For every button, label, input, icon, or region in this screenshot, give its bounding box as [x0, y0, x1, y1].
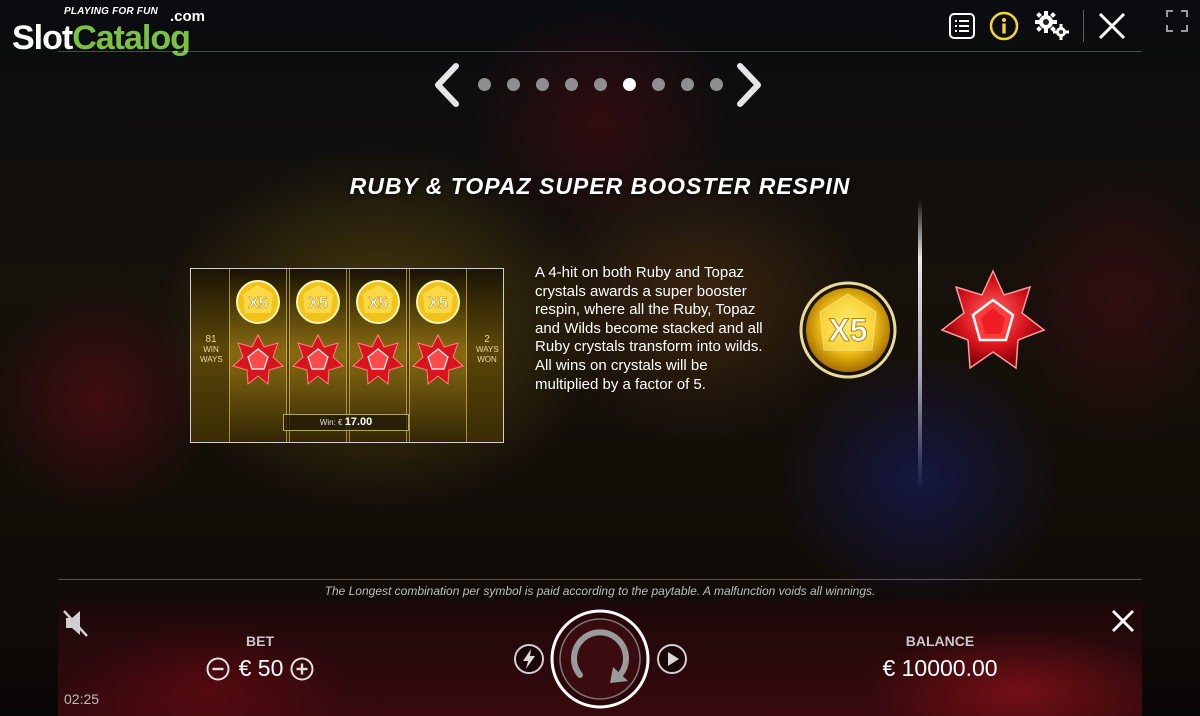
topaz-x5-symbol-icon: X5	[236, 280, 280, 324]
ruby-symbol-icon	[291, 333, 345, 385]
light-beam-divider	[918, 200, 922, 490]
preview-multiplier-text: X5	[428, 295, 448, 312]
page-dot[interactable]	[710, 78, 723, 91]
topaz-multiplier-text: X5	[828, 312, 867, 348]
page-navigator	[430, 60, 770, 110]
page-dot-active[interactable]	[623, 78, 636, 91]
disclaimer-divider	[58, 579, 1142, 580]
plus-circle-icon[interactable]	[290, 657, 314, 681]
preview-ways-won-label: 2 WAYS WON	[476, 334, 499, 365]
spin-icon[interactable]	[550, 609, 650, 709]
previous-page-arrow-icon[interactable]	[430, 60, 464, 110]
minus-circle-icon[interactable]	[206, 657, 230, 681]
preview-multiplier-text: X5	[308, 295, 328, 312]
feature-preview-image: 81 WIN WAYS 2 WAYS WON X5 X5 X5 X5 Win: …	[190, 268, 504, 443]
bet-label: BET	[246, 633, 274, 649]
topaz-x5-symbol-icon: X5	[296, 280, 340, 324]
page-dot[interactable]	[652, 78, 665, 91]
preview-win-ways-text: WIN WAYS	[200, 345, 223, 364]
page-dot[interactable]	[681, 78, 694, 91]
preview-multiplier-text: X5	[368, 295, 388, 312]
menu-list-icon[interactable]	[946, 10, 978, 42]
page-dot[interactable]	[478, 78, 491, 91]
bet-value: € 50	[238, 655, 284, 681]
preview-multiplier-text: X5	[248, 295, 268, 312]
preview-ways-won-number: 2	[484, 334, 490, 345]
top-divider	[58, 51, 1142, 52]
page-dots	[478, 78, 739, 92]
page-dot[interactable]	[536, 78, 549, 91]
balance-label: BALANCE	[905, 633, 975, 649]
ruby-symbol-icon	[231, 333, 285, 385]
preview-win-label: Win: €	[319, 418, 343, 427]
topaz-x5-symbol-icon: X5	[799, 281, 897, 379]
info-icon[interactable]	[988, 10, 1020, 42]
page-dot[interactable]	[565, 78, 578, 91]
page-title: RUBY & TOPAZ SUPER BOOSTER RESPIN	[349, 173, 851, 199]
slotcatalog-logo: PLAYING FOR FUN .com SlotCatalog	[12, 6, 212, 58]
turbo-lightning-icon[interactable]	[513, 643, 545, 675]
sound-off-icon[interactable]	[62, 608, 90, 638]
next-page-arrow-icon[interactable]	[732, 60, 766, 110]
page-dot[interactable]	[507, 78, 520, 91]
autoplay-icon[interactable]	[656, 643, 688, 675]
feature-description: A 4-hit on both Ruby and Topaz crystals …	[535, 264, 763, 393]
toolbar-divider	[1083, 10, 1084, 42]
preview-ways-won-text: WAYS WON	[476, 345, 499, 364]
preview-win-box: Win: € 17.00	[283, 414, 409, 431]
preview-win-amount: 17.00	[344, 416, 373, 428]
page-dot[interactable]	[594, 78, 607, 91]
clock-time: 02:25	[64, 691, 100, 707]
ruby-symbol-icon	[351, 333, 405, 385]
preview-win-ways-number: 81	[205, 334, 217, 345]
preview-win-ways-label: 81 WIN WAYS	[200, 334, 223, 365]
topaz-x5-symbol-icon: X5	[416, 280, 460, 324]
balance-value: € 10000.00	[882, 655, 998, 681]
ruby-symbol-icon	[940, 269, 1046, 370]
logo-brand: SlotCatalog	[12, 18, 191, 58]
fullscreen-icon[interactable]	[1164, 8, 1190, 34]
disclaimer-text: The Longest combination per symbol is pa…	[324, 584, 876, 598]
close-icon[interactable]	[1110, 608, 1136, 634]
close-icon[interactable]	[1096, 10, 1128, 42]
topaz-x5-symbol-icon: X5	[356, 280, 400, 324]
logo-tagline: PLAYING FOR FUN	[64, 6, 158, 17]
settings-gears-icon[interactable]	[1032, 10, 1072, 42]
ruby-symbol-icon	[411, 333, 465, 385]
